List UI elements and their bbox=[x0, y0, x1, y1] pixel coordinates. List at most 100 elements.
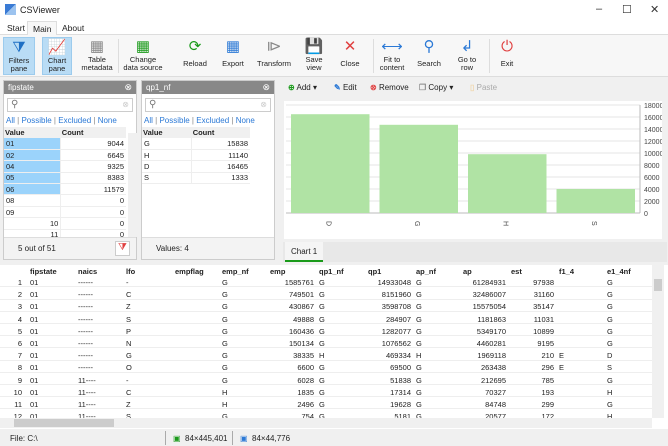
table-button[interactable]: ▦ Table metadata bbox=[80, 37, 114, 75]
fit-to-button[interactable]: ⟷ Fit to content bbox=[376, 37, 408, 75]
x-tick-label: S bbox=[590, 221, 597, 226]
filter-row[interactable]: 02 6645 bbox=[4, 149, 126, 162]
clear-icon[interactable]: ⊗ bbox=[122, 100, 129, 109]
cell-qp1: 3598708 bbox=[381, 302, 411, 312]
table-row[interactable]: 5 01 ------ P G 160436 G 1282077 G 5349170 10899 G bbox=[0, 325, 652, 337]
filter-row[interactable]: 05 8383 bbox=[4, 172, 126, 185]
cell-emp_nf: G bbox=[222, 290, 228, 300]
filter-search-input[interactable]: ⚲ ⊗ bbox=[7, 98, 133, 112]
paste-button[interactable]: ▯ Paste bbox=[470, 83, 497, 92]
close-button[interactable]: ✕ Close bbox=[335, 37, 365, 75]
clear-filter-button[interactable]: ⧩ bbox=[115, 241, 130, 256]
cell-e1_4nf: G bbox=[607, 375, 613, 385]
bar-chart: 0 2000 4000 6000 8000 10000 12000 14000 16000 180… bbox=[284, 101, 662, 239]
link-possible[interactable]: Possible bbox=[21, 116, 51, 125]
filter-row[interactable]: 01 9044 bbox=[4, 138, 126, 150]
clear-icon[interactable]: ⊗ bbox=[260, 100, 267, 109]
column-header-emp_nf[interactable]: emp_nf bbox=[222, 265, 249, 276]
column-header-fipstate[interactable]: fipstate bbox=[30, 265, 57, 276]
filter-row[interactable]: 08 0 bbox=[4, 194, 126, 207]
cell-lfo: G bbox=[126, 351, 132, 361]
table-row[interactable]: 1 01 ------ - G 1585761 G 14933048 G 61284931 9793… bbox=[0, 276, 652, 288]
column-header-est[interactable]: est bbox=[511, 265, 522, 276]
filter-row[interactable]: 06 11579 bbox=[4, 183, 126, 196]
transform-icon: ⧐ bbox=[266, 38, 282, 55]
cell-qp1: 14933048 bbox=[377, 278, 411, 287]
close-window-button[interactable]: ✕ bbox=[650, 3, 659, 16]
reload-button[interactable]: ⟳ Reload bbox=[176, 37, 214, 75]
table-row[interactable]: 8 01 ------ O G 6600 G 69500 G 263438 296 E S bbox=[0, 361, 652, 373]
add-button[interactable]: ⊕ Add ▾ bbox=[288, 83, 317, 92]
filter-scrollbar[interactable] bbox=[128, 133, 137, 237]
filter-row[interactable]: G 15838 bbox=[142, 138, 250, 150]
cell-emp_nf: G bbox=[222, 375, 228, 385]
close-filter-icon[interactable]: ⊗ bbox=[124, 82, 132, 93]
tab-chart-1[interactable]: Chart 1 bbox=[285, 242, 324, 262]
button-label: view bbox=[306, 63, 322, 72]
tab-about[interactable]: About bbox=[57, 21, 89, 35]
save-button[interactable]: 💾 Save view bbox=[300, 37, 328, 75]
link-none[interactable]: None bbox=[236, 116, 255, 125]
link-excluded[interactable]: Excluded bbox=[58, 116, 91, 125]
link-none[interactable]: None bbox=[98, 116, 117, 125]
search-button[interactable]: ⚲ Search bbox=[414, 37, 444, 75]
table-row[interactable]: 2 01 ------ C G 749501 G 8151960 G 32486007 31160 G bbox=[0, 288, 652, 300]
transform-button[interactable]: ⧐ Transform bbox=[256, 37, 292, 75]
edit-button[interactable]: ✎ Edit bbox=[334, 83, 357, 92]
cell-emp_nf: H bbox=[222, 400, 228, 409]
cell-ap_nf: G bbox=[416, 400, 422, 409]
column-header-ap[interactable]: ap bbox=[463, 265, 472, 276]
column-header-e1_4nf[interactable]: e1_4nf bbox=[607, 265, 631, 276]
table-row[interactable]: 6 01 ------ N G 150134 G 1076562 G 4460281 9195 G bbox=[0, 337, 652, 349]
chart-button[interactable]: 📈 Chart pane bbox=[42, 37, 72, 75]
remove-button[interactable]: ⊗ Remove bbox=[370, 83, 409, 92]
cell-emp_nf: G bbox=[222, 339, 228, 348]
filter-search-input[interactable]: ⚲ ⊗ bbox=[145, 98, 271, 112]
table-row[interactable]: 4 01 ------ S G 49888 G 284907 G 1181863 11031 G bbox=[0, 313, 652, 324]
filters-button[interactable]: ⧩ Filters pane bbox=[3, 37, 35, 75]
horizontal-scrollbar[interactable] bbox=[0, 418, 652, 428]
column-header-qp1[interactable]: qp1 bbox=[368, 265, 381, 276]
tab-main[interactable]: Main bbox=[27, 21, 58, 35]
button-label: pane bbox=[48, 64, 66, 73]
button-label: Reload bbox=[183, 59, 207, 68]
column-header-emp[interactable]: emp bbox=[270, 265, 285, 276]
table-row[interactable]: 10 01 11---- C H 1835 G 17314 G 70327 193 H bbox=[0, 386, 652, 398]
button-label: pane bbox=[10, 64, 28, 73]
copy-button[interactable]: ❐ Copy ▾ bbox=[419, 83, 453, 92]
column-header-empflag[interactable]: empflag bbox=[175, 265, 204, 276]
table-row[interactable]: 7 01 ------ G G 38335 H 469334 H 1969118 210 E D bbox=[0, 349, 652, 361]
table-row[interactable]: 3 01 ------ Z G 430867 G 3598708 G 15575054 35147 G bbox=[0, 300, 652, 312]
table-row[interactable]: 11 01 11---- Z H 2496 G 19628 G 84748 299 G bbox=[0, 398, 652, 410]
filter-row[interactable]: 09 0 bbox=[4, 206, 126, 219]
filter-row[interactable]: 04 9325 bbox=[4, 160, 126, 173]
row-number: 11 bbox=[14, 400, 22, 409]
column-header-f1_4[interactable]: f1_4 bbox=[559, 265, 574, 276]
go-to-button[interactable]: ↲ Go to row bbox=[450, 37, 484, 75]
maximize-button[interactable]: ☐ bbox=[622, 3, 632, 16]
link-excluded[interactable]: Excluded bbox=[196, 116, 229, 125]
change-button[interactable]: ▦ Change data source bbox=[121, 37, 165, 75]
filter-row[interactable]: S 1333 bbox=[142, 172, 250, 185]
filter-links: All | Possible | Excluded | None bbox=[6, 116, 117, 125]
vertical-scrollbar[interactable] bbox=[652, 265, 664, 418]
filter-row[interactable]: H 11140 bbox=[142, 149, 250, 162]
column-header-ap_nf[interactable]: ap_nf bbox=[416, 265, 436, 276]
column-header-lfo[interactable]: lfo bbox=[126, 265, 135, 276]
link-all[interactable]: All bbox=[6, 116, 15, 125]
export-button[interactable]: ▦ Export bbox=[218, 37, 248, 75]
column-header-qp1_nf[interactable]: qp1_nf bbox=[319, 265, 344, 276]
row-number: 2 bbox=[17, 290, 22, 300]
close-filter-icon[interactable]: ⊗ bbox=[262, 82, 270, 93]
table-row[interactable]: 9 01 11---- - G 6028 G 51838 G 212695 785 G bbox=[0, 374, 652, 385]
exit-button[interactable]: ⏻ Exit bbox=[492, 37, 522, 75]
cell-qp1: 1282077 bbox=[381, 326, 411, 336]
cell-fipstate: 01 bbox=[30, 302, 39, 312]
link-possible[interactable]: Possible bbox=[159, 116, 189, 125]
column-header-naics[interactable]: naics bbox=[78, 265, 97, 276]
link-all[interactable]: All bbox=[144, 116, 153, 125]
minimize-button[interactable]: – bbox=[596, 3, 602, 15]
filter-row[interactable]: 10 0 bbox=[4, 217, 126, 230]
tab-start[interactable]: Start bbox=[2, 21, 30, 35]
filter-row[interactable]: D 16465 bbox=[142, 160, 250, 173]
